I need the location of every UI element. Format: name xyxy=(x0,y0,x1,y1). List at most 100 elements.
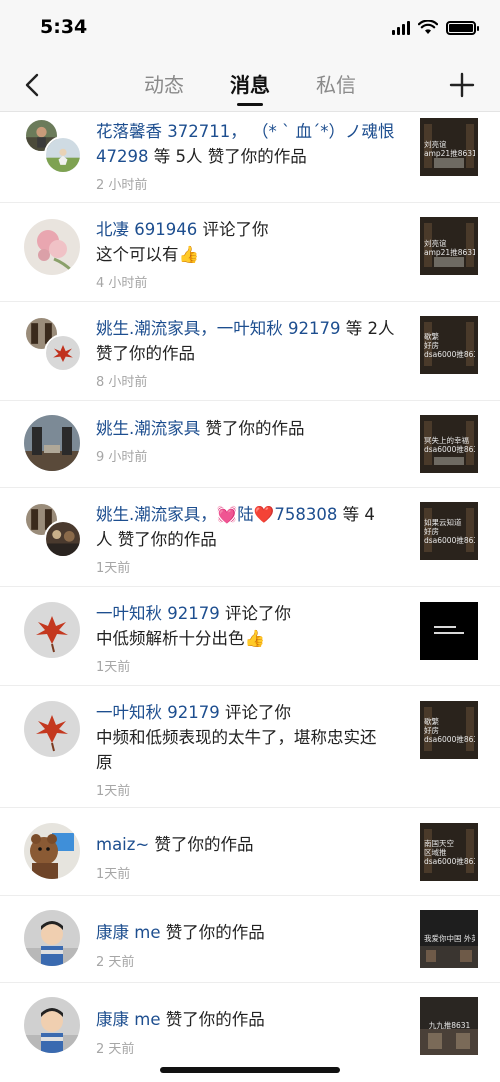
action-text: 赞了你的作品 xyxy=(149,835,254,854)
work-thumbnail[interactable]: 南国天空 区域推 dsa6000推8631 xyxy=(420,823,478,881)
user-names[interactable]: 陆 xyxy=(237,505,254,524)
work-thumbnail[interactable]: 冥失上的幸福 dsa6000推8631 xyxy=(420,415,478,473)
avatar-group xyxy=(24,502,82,560)
action-text: 等 2人 xyxy=(340,319,395,338)
plus-icon[interactable] xyxy=(448,71,476,99)
avatar xyxy=(44,334,82,372)
action-text: 等 4 xyxy=(337,505,375,524)
nav-bar: 动态 消息 私信 xyxy=(0,58,500,112)
list-item[interactable]: 姚生.潮流家具，💓陆❤️758308 等 4 人 赞了你的作品 1天前 如果云知… xyxy=(0,488,500,587)
list-item[interactable]: 姚生.潮流家具，一叶知秋 92179 等 2人 赞了你的作品 8 小时前 歇繁 … xyxy=(0,302,500,401)
user-names[interactable]: 姚生.潮流家具，一叶知秋 92179 xyxy=(96,319,340,338)
avatar xyxy=(44,520,82,558)
notification-text: 姚生.潮流家具，一叶知秋 92179 等 2人 赞了你的作品 xyxy=(96,316,402,366)
work-thumbnail[interactable] xyxy=(420,602,478,660)
list-item[interactable]: 姚生.潮流家具 赞了你的作品 9 小时前 冥失上的幸福 dsa6000推8631 xyxy=(0,401,500,488)
timestamp: 4 小时前 xyxy=(96,276,148,291)
thumbs-up-emoji: 👍 xyxy=(178,245,200,264)
notification-text: 姚生.潮流家具 赞了你的作品 xyxy=(96,416,402,441)
notification-text: 一叶知秋 92179 评论了你 中低频解析十分出色👍 xyxy=(96,601,402,651)
timestamp: 9 小时前 xyxy=(96,450,148,465)
avatar xyxy=(24,823,80,879)
user-names[interactable]: 47298 xyxy=(96,147,149,166)
avatar xyxy=(44,136,82,174)
user-names[interactable]: 北凄 691946 xyxy=(96,220,197,239)
comment-text: 中低频解析十分出色 xyxy=(96,629,245,648)
action-text: 评论了你 xyxy=(197,220,269,239)
notification-text: 一叶知秋 92179 评论了你 中频和低频表现的太牛了，堪称忠实还 原 xyxy=(96,700,402,775)
notification-text: 康康 me 赞了你的作品 xyxy=(96,920,402,945)
comment-text: 原 xyxy=(96,753,113,772)
list-item[interactable]: 北凄 691946 评论了你 这个可以有👍 4 小时前 刘亮谊 amp21推86… xyxy=(0,203,500,302)
avatar xyxy=(24,602,80,658)
status-bar: 5:34 xyxy=(0,0,500,58)
action-text: 赞了你的作品 xyxy=(160,923,265,942)
tab-bar: 动态 消息 私信 xyxy=(0,58,500,112)
action-text: 评论了你 xyxy=(219,604,291,623)
timestamp: 1天前 xyxy=(96,867,131,882)
notification-text: 姚生.潮流家具，💓陆❤️758308 等 4 人 赞了你的作品 xyxy=(96,502,402,552)
user-names[interactable]: 一叶知秋 92179 xyxy=(96,703,220,722)
heart-emoji: ❤️ xyxy=(253,505,275,524)
avatar-group xyxy=(24,118,82,176)
work-thumbnail[interactable]: 歇繁 好房 dsa6000推8631 xyxy=(420,701,478,759)
user-names[interactable]: 康康 me xyxy=(96,1010,160,1029)
action-text: 赞了你的作品 xyxy=(160,1010,265,1029)
user-names[interactable]: 姚生.潮流家具， xyxy=(96,505,217,524)
timestamp: 1天前 xyxy=(96,784,131,799)
list-item[interactable]: maiz~ 赞了你的作品 1天前 南国天空 区域推 dsa6000推8631 xyxy=(0,808,500,896)
notification-text: maiz~ 赞了你的作品 xyxy=(96,832,402,857)
work-thumbnail[interactable]: 九九推8631 xyxy=(420,997,478,1055)
home-indicator xyxy=(160,1067,340,1073)
list-item[interactable]: 康康 me 赞了你的作品 2 天前 九九推8631 xyxy=(0,983,500,1070)
action-text: 赞了你的作品 xyxy=(200,419,305,438)
timestamp: 2 天前 xyxy=(96,1042,135,1057)
wifi-icon xyxy=(418,20,438,34)
timestamp: 1天前 xyxy=(96,660,131,675)
timestamp: 1天前 xyxy=(96,561,131,576)
avatar-group xyxy=(24,316,82,374)
timestamp: 2 小时前 xyxy=(96,178,148,193)
work-thumbnail[interactable]: 刘亮谊 amp21推8631 xyxy=(420,217,478,275)
timestamp: 2 天前 xyxy=(96,955,135,970)
user-names[interactable]: maiz~ xyxy=(96,835,149,854)
thumbs-up-emoji: 👍 xyxy=(244,629,266,648)
list-item[interactable]: 康康 me 赞了你的作品 2 天前 我爱你中国 外英语频 xyxy=(0,896,500,983)
battery-icon xyxy=(446,20,479,35)
tab-messages[interactable]: 消息 xyxy=(207,58,293,112)
action-text: 评论了你 xyxy=(219,703,291,722)
user-names[interactable]: 花落馨香 372711， （* ` 血´*）ノ魂恨 xyxy=(96,122,394,141)
user-names[interactable]: 758308 xyxy=(274,505,337,524)
work-thumbnail[interactable]: 刘亮谊 amp21推8631 xyxy=(420,118,478,176)
user-names[interactable]: 一叶知秋 92179 xyxy=(96,604,220,623)
avatar xyxy=(24,415,80,471)
notification-text: 北凄 691946 评论了你 这个可以有👍 xyxy=(96,217,402,267)
user-names[interactable]: 康康 me xyxy=(96,923,160,942)
comment-text: 这个可以有 xyxy=(96,245,179,264)
notification-text: 康康 me 赞了你的作品 xyxy=(96,1007,402,1032)
list-item[interactable]: 一叶知秋 92179 评论了你 中频和低频表现的太牛了，堪称忠实还 原 1天前 … xyxy=(0,686,500,808)
action-text: 等 5人 赞了你的作品 xyxy=(148,147,307,166)
work-thumbnail[interactable]: 歇繁 好房 dsa6000推8631 xyxy=(420,316,478,374)
work-thumbnail[interactable]: 我爱你中国 外英语频 xyxy=(420,910,478,968)
timestamp: 8 小时前 xyxy=(96,375,148,390)
heart-emoji: 💓 xyxy=(216,505,238,524)
status-icons xyxy=(392,20,479,35)
status-time: 5:34 xyxy=(40,16,88,38)
tab-private-messages[interactable]: 私信 xyxy=(293,58,379,112)
work-thumbnail[interactable]: 如果云知道 好房 dsa6000推8631 xyxy=(420,502,478,560)
avatar xyxy=(24,219,80,275)
avatar xyxy=(24,997,80,1053)
avatar xyxy=(24,701,80,757)
notification-list: 花落馨香 372711， （* ` 血´*）ノ魂恨 47298 等 5人 赞了你… xyxy=(0,112,500,1070)
cellular-signal-icon xyxy=(392,20,410,35)
notification-text: 花落馨香 372711， （* ` 血´*）ノ魂恨 47298 等 5人 赞了你… xyxy=(96,119,402,169)
list-item[interactable]: 花落馨香 372711， （* ` 血´*）ノ魂恨 47298 等 5人 赞了你… xyxy=(0,112,500,203)
avatar xyxy=(24,910,80,966)
user-names[interactable]: 姚生.潮流家具 xyxy=(96,419,200,438)
comment-text: 中频和低频表现的太牛了，堪称忠实还 xyxy=(96,728,377,747)
action-text: 赞了你的作品 xyxy=(96,344,195,363)
tab-dynamic[interactable]: 动态 xyxy=(121,58,207,112)
list-item[interactable]: 一叶知秋 92179 评论了你 中低频解析十分出色👍 1天前 xyxy=(0,587,500,686)
action-text: 人 赞了你的作品 xyxy=(96,530,217,549)
